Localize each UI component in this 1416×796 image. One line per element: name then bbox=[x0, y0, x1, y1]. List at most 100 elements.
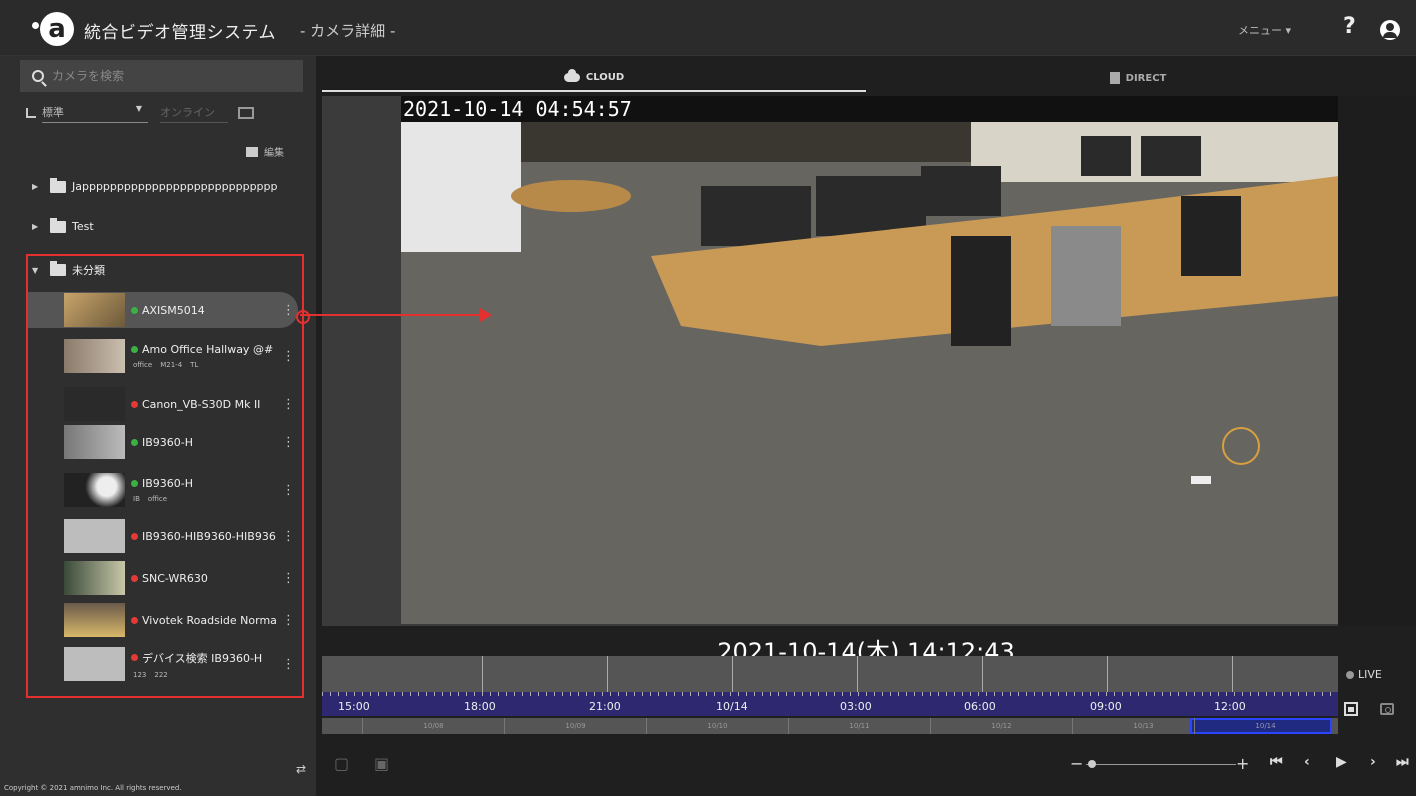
more-options-icon[interactable]: ⋮ bbox=[282, 613, 295, 628]
group-label: Test bbox=[72, 220, 94, 233]
camera-name-text: Vivotek Roadside Norma bbox=[142, 613, 277, 627]
more-options-icon[interactable]: ⋮ bbox=[282, 303, 295, 318]
timeline-ticks bbox=[322, 692, 1338, 696]
more-options-icon[interactable]: ⋮ bbox=[282, 657, 295, 672]
status-dot bbox=[131, 480, 138, 487]
tag: 222 bbox=[154, 670, 168, 679]
timeline-day[interactable]: 10/14 bbox=[1194, 718, 1336, 734]
camera-thumbnail bbox=[64, 647, 125, 681]
video-frame[interactable]: 2021-10-14 04:54:57 bbox=[401, 96, 1339, 624]
timeline-day[interactable]: 10/09 bbox=[504, 718, 646, 734]
timeline-day[interactable]: 10/12 bbox=[930, 718, 1072, 734]
camera-name: Vivotek Roadside Norma bbox=[131, 614, 282, 627]
camera-name: Canon_VB-S30D Mk II bbox=[131, 398, 282, 411]
copyright-text: Copyright © 2021 amnimo Inc. All rights … bbox=[4, 784, 182, 792]
camera-info: デバイス検索 IB9360-H 123 222 bbox=[131, 650, 282, 679]
app-logo[interactable]: a bbox=[40, 12, 74, 46]
camera-search-input[interactable] bbox=[52, 69, 272, 83]
live-button[interactable]: LIVE bbox=[1346, 668, 1382, 681]
tag: 123 bbox=[133, 670, 147, 679]
next-icon[interactable]: › bbox=[1370, 754, 1376, 770]
timeline-gridline bbox=[732, 656, 733, 692]
camera-item[interactable]: IB9360-H ⋮ bbox=[28, 424, 298, 460]
group-label: Japppppppppppppppppppppppppppp bbox=[72, 180, 278, 193]
zoom-out-button[interactable]: − bbox=[1070, 754, 1083, 773]
zoom-slider-track[interactable] bbox=[1086, 764, 1236, 765]
camera-sidebar: 標準 オンライン 編集 ▶ Japppppppppppppppppppppppp… bbox=[0, 56, 316, 796]
copy-icon[interactable]: ▢ bbox=[334, 754, 349, 773]
tab-cloud[interactable]: CLOUD bbox=[322, 64, 866, 92]
camera-thumbnail bbox=[64, 387, 125, 421]
camera-detail-main: CLOUD DIRECT 2021-10-14 04:54:57 2021-10… bbox=[316, 56, 1416, 796]
user-icon[interactable] bbox=[1380, 20, 1400, 40]
page-subtitle: - カメラ詳細 - bbox=[300, 22, 396, 40]
menu-button[interactable]: メニュー ▾ bbox=[1238, 22, 1291, 38]
timeline-gridline bbox=[982, 656, 983, 692]
edit-button[interactable]: 編集 bbox=[246, 144, 284, 159]
camera-info: IB9360-HIB9360-HIB936 bbox=[131, 530, 282, 543]
camera-item[interactable]: SNC-WR630 ⋮ bbox=[28, 560, 298, 596]
swap-icon[interactable]: ⇄ bbox=[296, 762, 306, 776]
more-options-icon[interactable]: ⋮ bbox=[282, 529, 295, 544]
timeline-gridline bbox=[857, 656, 858, 692]
calendar-icon[interactable] bbox=[1344, 702, 1358, 716]
group-jappp[interactable]: ▶ Japppppppppppppppppppppppppppp bbox=[32, 177, 278, 193]
playback-controls: ▢ ▣ − + ⏮ ‹ ▶ › ⏭ bbox=[316, 746, 1416, 786]
timeline-day[interactable]: 10/08 bbox=[362, 718, 504, 734]
camera-tags: 123 222 bbox=[133, 671, 282, 679]
app-root: a 統合ビデオ管理システム - カメラ詳細 - メニュー ▾ ? 標準 オンライ… bbox=[0, 0, 1416, 796]
camera-search-box[interactable] bbox=[20, 60, 303, 92]
folder-icon bbox=[50, 217, 66, 233]
online-filter[interactable]: オンライン bbox=[160, 104, 228, 123]
group-test[interactable]: ▶ Test bbox=[32, 217, 94, 233]
camera-info: IB9360-H bbox=[131, 436, 282, 449]
status-dot bbox=[131, 532, 138, 540]
expand-caret-icon[interactable]: ▶ bbox=[32, 182, 44, 191]
tab-direct[interactable]: DIRECT bbox=[866, 64, 1410, 92]
timeline-gridline bbox=[1232, 656, 1233, 692]
zoom-slider-handle[interactable] bbox=[1088, 760, 1096, 768]
camera-item[interactable]: IB9360-H IB office ⋮ bbox=[28, 470, 298, 510]
help-button[interactable]: ? bbox=[1343, 14, 1356, 39]
export-icon[interactable]: ▣ bbox=[374, 754, 389, 773]
more-options-icon[interactable]: ⋮ bbox=[282, 571, 295, 586]
video-timestamp-overlay: 2021-10-14 04:54:57 bbox=[401, 96, 1339, 122]
camera-item[interactable]: AXISM5014 ⋮ bbox=[28, 292, 298, 328]
folder-icon bbox=[50, 177, 66, 193]
edit-label: 編集 bbox=[264, 148, 284, 159]
camera-info: Canon_VB-S30D Mk II bbox=[131, 398, 282, 411]
camera-thumbnail bbox=[64, 603, 125, 637]
timeline-hour-label: 10/14 bbox=[716, 700, 748, 713]
filter-toggle-icon[interactable] bbox=[238, 107, 254, 119]
timeline-track[interactable] bbox=[322, 656, 1338, 692]
timeline-day[interactable]: 10/10 bbox=[646, 718, 788, 734]
camera-item[interactable]: Vivotek Roadside Norma ⋮ bbox=[28, 602, 298, 638]
camera-item[interactable]: Canon_VB-S30D Mk II ⋮ bbox=[28, 386, 298, 422]
skip-end-icon[interactable]: ⏭ bbox=[1396, 754, 1409, 770]
camera-info: AXISM5014 bbox=[131, 304, 282, 317]
tab-label: DIRECT bbox=[1125, 72, 1167, 84]
camera-info: SNC-WR630 bbox=[131, 572, 282, 585]
skip-start-icon[interactable]: ⏮ bbox=[1270, 754, 1283, 770]
camera-name: IB9360-H bbox=[131, 477, 282, 490]
camera-item[interactable]: デバイス検索 IB9360-H 123 222 ⋮ bbox=[28, 644, 298, 684]
camera-item[interactable]: IB9360-HIB9360-HIB936 ⋮ bbox=[28, 518, 298, 554]
previous-icon[interactable]: ‹ bbox=[1304, 754, 1310, 770]
more-options-icon[interactable]: ⋮ bbox=[282, 397, 295, 412]
zoom-in-button[interactable]: + bbox=[1236, 754, 1249, 773]
timeline-day[interactable]: 10/11 bbox=[788, 718, 930, 734]
play-icon[interactable]: ▶ bbox=[1336, 754, 1347, 770]
more-options-icon[interactable]: ⋮ bbox=[282, 349, 295, 364]
camera-item[interactable]: Amo Office Hallway @# office M21-4 TL ⋮ bbox=[28, 336, 298, 376]
view-select[interactable]: 標準 bbox=[42, 104, 148, 123]
more-options-icon[interactable]: ⋮ bbox=[282, 435, 295, 450]
camera-icon[interactable] bbox=[1380, 703, 1394, 715]
status-dot bbox=[131, 306, 138, 314]
more-options-icon[interactable]: ⋮ bbox=[282, 483, 295, 498]
tag: office bbox=[133, 361, 153, 369]
camera-info: IB9360-H IB office bbox=[131, 477, 282, 503]
camera-name: Amo Office Hallway @# bbox=[131, 343, 282, 356]
timeline[interactable]: 15:00 18:00 21:00 10/14 03:00 06:00 09:0… bbox=[322, 656, 1338, 746]
camera-device-icon bbox=[1109, 72, 1120, 84]
expand-caret-icon[interactable]: ▶ bbox=[32, 222, 44, 231]
